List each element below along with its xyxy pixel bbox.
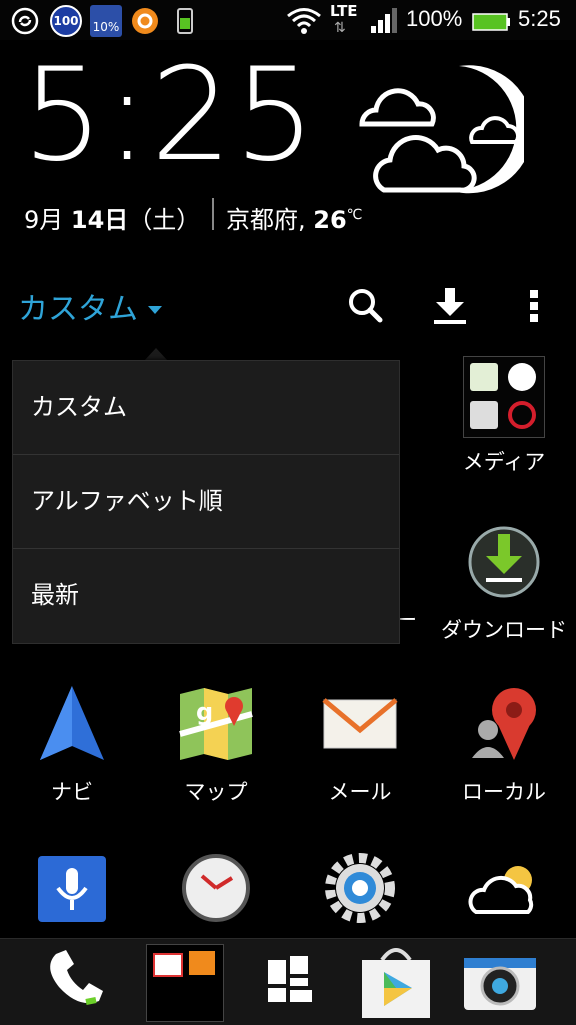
app-local[interactable]: ローカル <box>432 684 576 806</box>
app-label: メディア <box>462 450 546 474</box>
camera-icon[interactable] <box>460 944 540 1020</box>
download-icon[interactable] <box>430 284 470 328</box>
app-download[interactable]: ダウンロード <box>432 522 576 644</box>
data-arrows-icon: ⇅ <box>334 20 346 36</box>
wifi-icon <box>287 8 321 34</box>
location-name: 京都府, <box>226 206 314 234</box>
date-month: 9月 <box>24 206 71 234</box>
night-cloudy-icon[interactable] <box>354 62 524 202</box>
lte-label: LTE <box>330 2 358 20</box>
app-label: メール <box>328 780 392 804</box>
badge-100-icon: 100 <box>50 5 82 37</box>
weather-icon <box>468 866 534 914</box>
sync-icon <box>11 7 39 35</box>
media-folder-icon <box>463 356 545 438</box>
app-label: ダウンロード <box>441 618 567 642</box>
phone-icon <box>177 8 193 34</box>
weather-location[interactable]: 京都府, 26℃ <box>226 200 362 235</box>
clock-time[interactable]: 5:25 <box>22 52 317 180</box>
date-weekday: （土） <box>128 206 201 234</box>
app-clock[interactable] <box>144 852 288 936</box>
app-label: マップ <box>184 780 248 804</box>
svg-text:g: g <box>196 698 213 726</box>
apps-icon[interactable] <box>250 944 330 1020</box>
play-store-icon[interactable] <box>356 944 436 1020</box>
signal-icon <box>371 8 397 33</box>
status-time: 5:25 <box>518 6 561 31</box>
date-day: 14日 <box>70 206 129 234</box>
navigation-icon <box>40 686 104 760</box>
more-icon[interactable] <box>514 284 554 328</box>
settings-icon <box>325 853 395 923</box>
temp-unit: ℃ <box>346 207 363 223</box>
menu-item-alphabetical[interactable]: アルファベット順 <box>13 455 399 548</box>
app-settings[interactable] <box>288 852 432 936</box>
app-label: ナビ <box>51 780 93 804</box>
chevron-down-icon[interactable] <box>148 306 162 314</box>
battery-icon <box>472 13 510 31</box>
date-divider <box>212 198 214 230</box>
weather-notif-icon: 10% <box>90 5 122 37</box>
app-navigation[interactable]: ナビ <box>0 684 144 806</box>
temperature: 26 <box>313 206 347 234</box>
clock-icon <box>182 854 250 922</box>
app-weather[interactable] <box>432 852 576 936</box>
menu-item-recent[interactable]: 最新 <box>13 549 399 642</box>
app-label: ローカル <box>462 780 546 804</box>
maps-icon: g <box>179 688 253 760</box>
voice-search-icon <box>38 856 106 922</box>
mail-icon <box>322 698 398 749</box>
phone-icon[interactable] <box>36 944 116 1020</box>
app-voice-search[interactable] <box>0 852 144 936</box>
sort-dropdown[interactable]: カスタム <box>18 284 138 328</box>
status-bar[interactable]: 100 10% LTE ⇅ 100% 5:25 <box>0 0 576 40</box>
sort-menu: カスタム アルファベット順 最新 <box>12 360 400 644</box>
mail-folder-icon[interactable] <box>146 944 224 1022</box>
app-mail[interactable]: メール <box>288 684 432 806</box>
app-media[interactable]: メディア <box>432 356 576 476</box>
clock-date: 9月 14日（土） <box>24 200 200 235</box>
menu-item-custom[interactable]: カスタム <box>13 361 399 454</box>
download-app-icon <box>468 526 540 598</box>
search-icon[interactable] <box>346 284 386 328</box>
battery-percent: 100% <box>406 6 463 31</box>
local-icon <box>472 688 536 760</box>
orange-app-icon <box>132 8 158 34</box>
app-maps[interactable]: g マップ <box>144 684 288 806</box>
